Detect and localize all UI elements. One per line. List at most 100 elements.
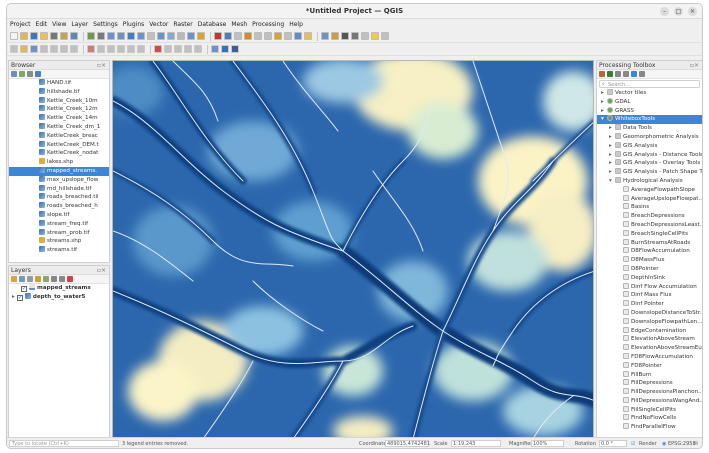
chevron-right-icon[interactable]: ▸	[601, 98, 607, 107]
print-layout-icon[interactable]	[50, 32, 58, 40]
layer-item[interactable]: ✓ mapped_streams	[9, 284, 109, 293]
toolbox-group[interactable]: ▸ GIS Analysis - Overlay Tools	[597, 159, 702, 168]
new-project-icon[interactable]	[10, 32, 18, 40]
browser-item[interactable]: mapped_streams.	[9, 166, 109, 176]
pan-icon[interactable]	[87, 32, 95, 40]
toolbox-group[interactable]: ▸ GRASS	[597, 106, 702, 116]
browser-item[interactable]: roads_breached.til	[9, 193, 109, 202]
vertex-tool-icon[interactable]	[70, 45, 78, 53]
open-folder-icon[interactable]	[40, 32, 48, 40]
browser-item[interactable]: Kettle_Creek_dm_1	[9, 122, 109, 132]
undo-icon[interactable]	[127, 45, 135, 53]
label-move-icon[interactable]	[174, 45, 182, 53]
filter-icon[interactable]	[19, 71, 25, 77]
zoom-in-icon[interactable]	[107, 32, 115, 40]
layer-visibility-checkbox[interactable]: ✓	[21, 286, 27, 292]
browser-item[interactable]: stream_freq.tif	[9, 219, 109, 229]
crs-value[interactable]: EPSG:2958	[668, 441, 696, 447]
style-manager-icon[interactable]	[70, 32, 78, 40]
toolbox-search-input[interactable]: ⌕ Search...	[599, 80, 700, 88]
toolbox-algorithm[interactable]: FillDepressionsPlanchon...	[597, 388, 702, 397]
options-icon[interactable]	[639, 71, 645, 77]
add-group-icon[interactable]	[19, 276, 25, 282]
settings-icon[interactable]	[351, 32, 359, 40]
toolbox-group[interactable]: ▾ WhiteboxTools	[597, 115, 702, 125]
redo-icon[interactable]	[137, 45, 145, 53]
menu-plugins[interactable]: Plugins	[123, 21, 145, 28]
attribute-table-icon[interactable]	[274, 32, 282, 40]
browser-item[interactable]: KettleCreek_nodat	[9, 149, 109, 158]
sum-icon[interactable]	[341, 32, 349, 40]
save-edits-icon[interactable]	[30, 45, 38, 53]
menu-layer[interactable]: Layer	[71, 21, 88, 28]
map-tips-icon[interactable]	[294, 32, 302, 40]
open-project-icon[interactable]	[20, 32, 28, 40]
collapse-all-icon[interactable]	[27, 71, 33, 77]
properties-icon[interactable]	[35, 71, 41, 77]
menu-project[interactable]: Project	[10, 21, 31, 28]
toolbox-group[interactable]: ▸ GIS Analysis	[597, 141, 702, 151]
toolbox-algorithm[interactable]: DepthInSink	[597, 273, 702, 283]
browser-item[interactable]: md_hillshade.tif	[9, 184, 109, 194]
zoom-full-icon[interactable]	[127, 32, 135, 40]
toolbox-algorithm[interactable]: BurnStreamsAtRoads	[597, 238, 702, 248]
expand-all-icon[interactable]	[51, 276, 57, 282]
zoom-to-layer-icon[interactable]	[147, 32, 155, 40]
filter-legend-icon[interactable]	[35, 276, 41, 282]
toolbox-group[interactable]: ▸ GDAL	[597, 97, 702, 107]
save-project-icon[interactable]	[30, 32, 38, 40]
zoom-last-icon[interactable]	[157, 32, 165, 40]
remove-layer-icon[interactable]	[67, 276, 73, 282]
identify-icon[interactable]	[224, 32, 232, 40]
menu-mesh[interactable]: Mesh	[231, 21, 247, 28]
browser-item[interactable]: stream_prob.tif	[9, 228, 109, 238]
collapse-all-icon[interactable]	[59, 276, 65, 282]
browser-item[interactable]: roads_breached_h	[9, 202, 109, 211]
menu-settings[interactable]: Settings	[93, 21, 118, 28]
toolbox-algorithm[interactable]: BreachDepressionsLeast...	[597, 220, 702, 230]
toolbox-algorithm[interactable]: DownslopeDistanceToStr...	[597, 308, 702, 318]
new-map-view-icon[interactable]	[177, 32, 185, 40]
toolbox-algorithm[interactable]: Basins	[597, 203, 702, 212]
toolbox-algorithm[interactable]: D8Pointer	[597, 264, 702, 274]
panel-float-close-icon[interactable]: ▫×	[97, 61, 106, 70]
toolbox-algorithm[interactable]: D8FlowAccumulation	[597, 247, 702, 256]
menu-processing[interactable]: Processing	[252, 21, 284, 28]
history-icon[interactable]	[615, 71, 621, 77]
toolbox-algorithm[interactable]: BreachDepressions	[597, 212, 702, 221]
browser-item[interactable]: Kettle_Creek_10m	[9, 96, 109, 106]
text-annotation-icon[interactable]	[321, 32, 329, 40]
temporal-controller-icon[interactable]	[197, 32, 205, 40]
new-3d-view-icon[interactable]	[187, 32, 195, 40]
toolbox-algorithm[interactable]: AverageUpslopeFlowpat...	[597, 194, 702, 204]
toolbox-group[interactable]: ▾ Hydrological Analysis	[597, 176, 702, 186]
panel-float-close-icon[interactable]: ▫×	[97, 266, 106, 275]
toolbox-algorithm[interactable]: FD8Pointer	[597, 361, 702, 371]
toolbox-group[interactable]: ▸ Vector tiles	[597, 89, 702, 98]
menu-edit[interactable]: Edit	[36, 21, 48, 28]
render-checkbox[interactable]: ☑	[631, 441, 635, 447]
browser-item[interactable]: hillshade.tif	[9, 87, 109, 97]
browser-item[interactable]: Kettle_Creek_12m	[9, 105, 109, 114]
layer-visibility-checkbox[interactable]: ✓	[16, 294, 23, 301]
measure-icon[interactable]	[284, 32, 292, 40]
scripts-icon[interactable]	[607, 71, 613, 77]
label-change-icon[interactable]	[194, 45, 202, 53]
toolbox-algorithm[interactable]: FillBurn	[597, 370, 702, 380]
select-features-icon[interactable]	[234, 32, 242, 40]
toolbox-algorithm[interactable]: FD8FlowAccumulation	[597, 352, 702, 362]
bookmark-icon[interactable]	[371, 32, 379, 40]
expand-arrow-icon[interactable]: ▸	[12, 294, 15, 300]
maximize-button[interactable]: □	[674, 7, 683, 16]
toolbox-algorithm[interactable]: FindNoFlowCells	[597, 414, 702, 423]
toolbox-algorithm[interactable]: Dinf Mass Flux	[597, 291, 702, 300]
toolbox-algorithm[interactable]: Dinf Flow Accumulation	[597, 282, 702, 292]
zoom-to-selection-icon[interactable]	[137, 32, 145, 40]
refresh-icon[interactable]	[214, 32, 222, 40]
menu-help[interactable]: Help	[289, 21, 303, 28]
browser-item[interactable]: streams.shp	[9, 237, 109, 246]
toolbox-algorithm[interactable]: FindParallelFlow	[597, 423, 702, 432]
open-layer-styling-icon[interactable]	[11, 276, 17, 282]
browser-item[interactable]: streams.tif	[9, 246, 109, 255]
menu-vector[interactable]: Vector	[149, 21, 168, 28]
